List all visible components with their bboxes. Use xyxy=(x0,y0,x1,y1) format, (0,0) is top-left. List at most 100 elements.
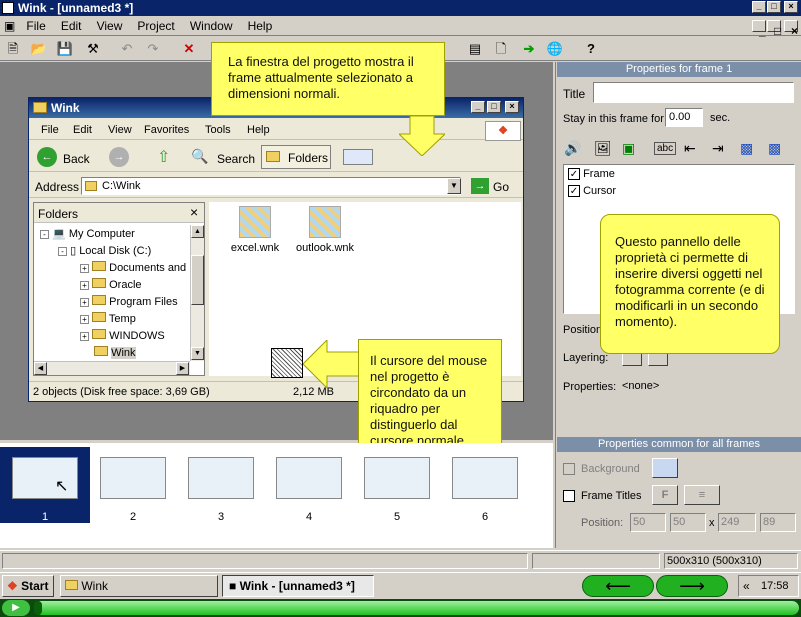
doc-minimize-button[interactable]: _ xyxy=(752,20,766,38)
tree-item-program-files[interactable]: + Program Files xyxy=(80,295,178,308)
expander-icon[interactable]: + xyxy=(80,315,89,324)
background-checkbox[interactable] xyxy=(563,463,575,475)
tree-hscrollbar[interactable]: ◀ ▶ xyxy=(34,361,190,375)
next-button[interactable]: ⟶ xyxy=(656,575,728,597)
open-folder-icon[interactable]: 📂 xyxy=(30,40,48,58)
delete-icon[interactable]: ✕ xyxy=(180,40,198,58)
help-icon[interactable]: ? xyxy=(582,40,600,58)
position-x-input[interactable]: 50 xyxy=(630,513,666,532)
expander-icon[interactable]: - xyxy=(58,247,67,256)
go-button-label[interactable]: Go xyxy=(493,180,509,194)
menu-project[interactable]: Project xyxy=(131,16,180,36)
playback-track[interactable] xyxy=(34,601,799,615)
align-icon[interactable]: ≡ xyxy=(684,485,720,505)
arrow-right-icon[interactable]: ➔ xyxy=(520,40,538,58)
search-icon[interactable]: 🔍 xyxy=(191,148,208,165)
render-icon[interactable]: ⚒ xyxy=(84,40,102,58)
scroll-right-icon[interactable]: ▶ xyxy=(176,362,189,375)
address-dropdown-icon[interactable]: ▼ xyxy=(447,178,461,194)
add-link-icon[interactable]: ⇥ xyxy=(712,140,724,157)
forward-arrow-icon[interactable]: → xyxy=(109,147,129,167)
explorer-menu-help[interactable]: Help xyxy=(247,124,270,136)
menu-app-icon[interactable]: ▣ xyxy=(0,16,17,36)
views-icon[interactable] xyxy=(343,149,373,165)
add-image-icon[interactable]: 🖼 xyxy=(594,140,612,157)
task-wink-app[interactable]: ■ Wink - [unnamed3 *] xyxy=(222,575,374,597)
thumbnail-frame-5[interactable] xyxy=(364,457,430,499)
explorer-close-button[interactable]: × xyxy=(505,101,519,113)
back-button-label[interactable]: Back xyxy=(63,152,90,166)
tree-item-temp[interactable]: + Temp xyxy=(80,312,136,325)
thumbnail-frame-1[interactable]: ↖ xyxy=(12,457,78,499)
scroll-down-icon[interactable]: ▼ xyxy=(191,347,204,360)
menu-edit[interactable]: Edit xyxy=(55,16,88,36)
search-button-label[interactable]: Search xyxy=(217,152,255,166)
task-wink-explorer[interactable]: Wink xyxy=(60,575,218,597)
callout-frame-window[interactable]: La finestra del progetto mostra il frame… xyxy=(211,42,445,116)
copy-items-icon[interactable]: ▩ xyxy=(768,140,781,157)
close-button[interactable]: × xyxy=(784,1,798,13)
file-item-outlook[interactable]: outlook.wnk xyxy=(293,206,357,254)
scroll-thumb[interactable] xyxy=(191,255,204,305)
background-picture-icon[interactable] xyxy=(652,458,678,478)
doc-restore-button[interactable]: □ xyxy=(767,20,781,38)
tree-item-oracle[interactable]: + Oracle xyxy=(80,278,142,291)
add-shape-icon[interactable]: ▣ xyxy=(622,140,635,157)
position-w-input[interactable]: 249 xyxy=(718,513,756,532)
explorer-menu-favorites[interactable]: Favorites xyxy=(144,124,189,136)
explorer-menu-view[interactable]: View xyxy=(108,124,132,136)
thumbnail-frame-6[interactable] xyxy=(452,457,518,499)
explorer-minimize-button[interactable]: _ xyxy=(471,101,485,113)
cursor-checkbox[interactable]: ✓ xyxy=(568,185,580,197)
go-arrow-icon[interactable]: → xyxy=(471,178,489,194)
callout-properties[interactable]: Questo pannello delle proprietà ci perme… xyxy=(600,214,780,354)
save-icon[interactable]: 💾 xyxy=(56,40,74,58)
frame-checkbox[interactable]: ✓ xyxy=(568,168,580,180)
tree-item-local-disk[interactable]: - ▯ Local Disk (C:) xyxy=(58,244,151,257)
maximize-button[interactable]: □ xyxy=(767,1,781,13)
position-h-input[interactable]: 89 xyxy=(760,513,796,532)
add-input-icon[interactable]: ⇤ xyxy=(684,140,696,157)
thumbnail-frame-3[interactable] xyxy=(188,457,254,499)
menu-file[interactable]: File xyxy=(20,16,51,36)
scroll-up-icon[interactable]: ▲ xyxy=(191,225,204,238)
frame-icon[interactable]: ▤ xyxy=(466,40,484,58)
back-arrow-icon[interactable]: ← xyxy=(37,147,57,167)
redo-icon[interactable]: ↷ xyxy=(144,40,162,58)
expander-icon[interactable]: + xyxy=(80,264,89,273)
globe-icon[interactable]: 🌐 xyxy=(546,40,564,58)
expander-icon[interactable]: + xyxy=(80,281,89,290)
folders-button[interactable]: Folders xyxy=(261,145,331,169)
new-file-icon[interactable]: 🗎 xyxy=(4,40,22,58)
tray-expand-icon[interactable]: « xyxy=(743,579,750,593)
item-cursor[interactable]: ✓ Cursor xyxy=(568,185,616,197)
add-sound-icon[interactable]: 🔊 xyxy=(564,140,581,157)
scroll-left-icon[interactable]: ◀ xyxy=(34,362,47,375)
add-text-icon[interactable]: abc xyxy=(654,142,677,155)
tree-item-windows[interactable]: + WINDOWS xyxy=(80,329,165,342)
explorer-maximize-button[interactable]: □ xyxy=(487,101,501,113)
menu-window[interactable]: Window xyxy=(184,16,239,36)
expander-icon[interactable]: - xyxy=(40,230,49,239)
frame-title-input[interactable] xyxy=(593,82,794,103)
font-icon[interactable]: F xyxy=(652,485,678,505)
file-item-excel[interactable]: excel.wnk xyxy=(223,206,287,254)
expander-icon[interactable]: + xyxy=(80,332,89,341)
add-button-icon[interactable]: ▩ xyxy=(740,140,753,157)
tree-item-wink[interactable]: Wink xyxy=(94,346,136,359)
previous-button[interactable]: ⟵ xyxy=(582,575,654,597)
doc-close-button[interactable]: × xyxy=(784,20,798,38)
explorer-menu-file[interactable]: File xyxy=(41,124,59,136)
expander-icon[interactable]: + xyxy=(80,298,89,307)
folders-pane-close-icon[interactable]: × xyxy=(190,204,198,220)
position-y-input[interactable]: 50 xyxy=(670,513,706,532)
menu-help[interactable]: Help xyxy=(242,16,279,36)
item-frame[interactable]: ✓ Frame xyxy=(568,168,615,180)
address-input[interactable]: C:\Wink xyxy=(81,177,461,195)
playback-thumb[interactable] xyxy=(34,601,42,615)
tree-vscrollbar[interactable]: ▲ ▼ xyxy=(190,225,204,361)
stay-duration-input[interactable]: 0.00 xyxy=(665,108,703,127)
thumbnail-frame-4[interactable] xyxy=(276,457,342,499)
play-icon[interactable]: ▶ xyxy=(2,600,30,616)
frame-titles-checkbox[interactable] xyxy=(563,490,575,502)
